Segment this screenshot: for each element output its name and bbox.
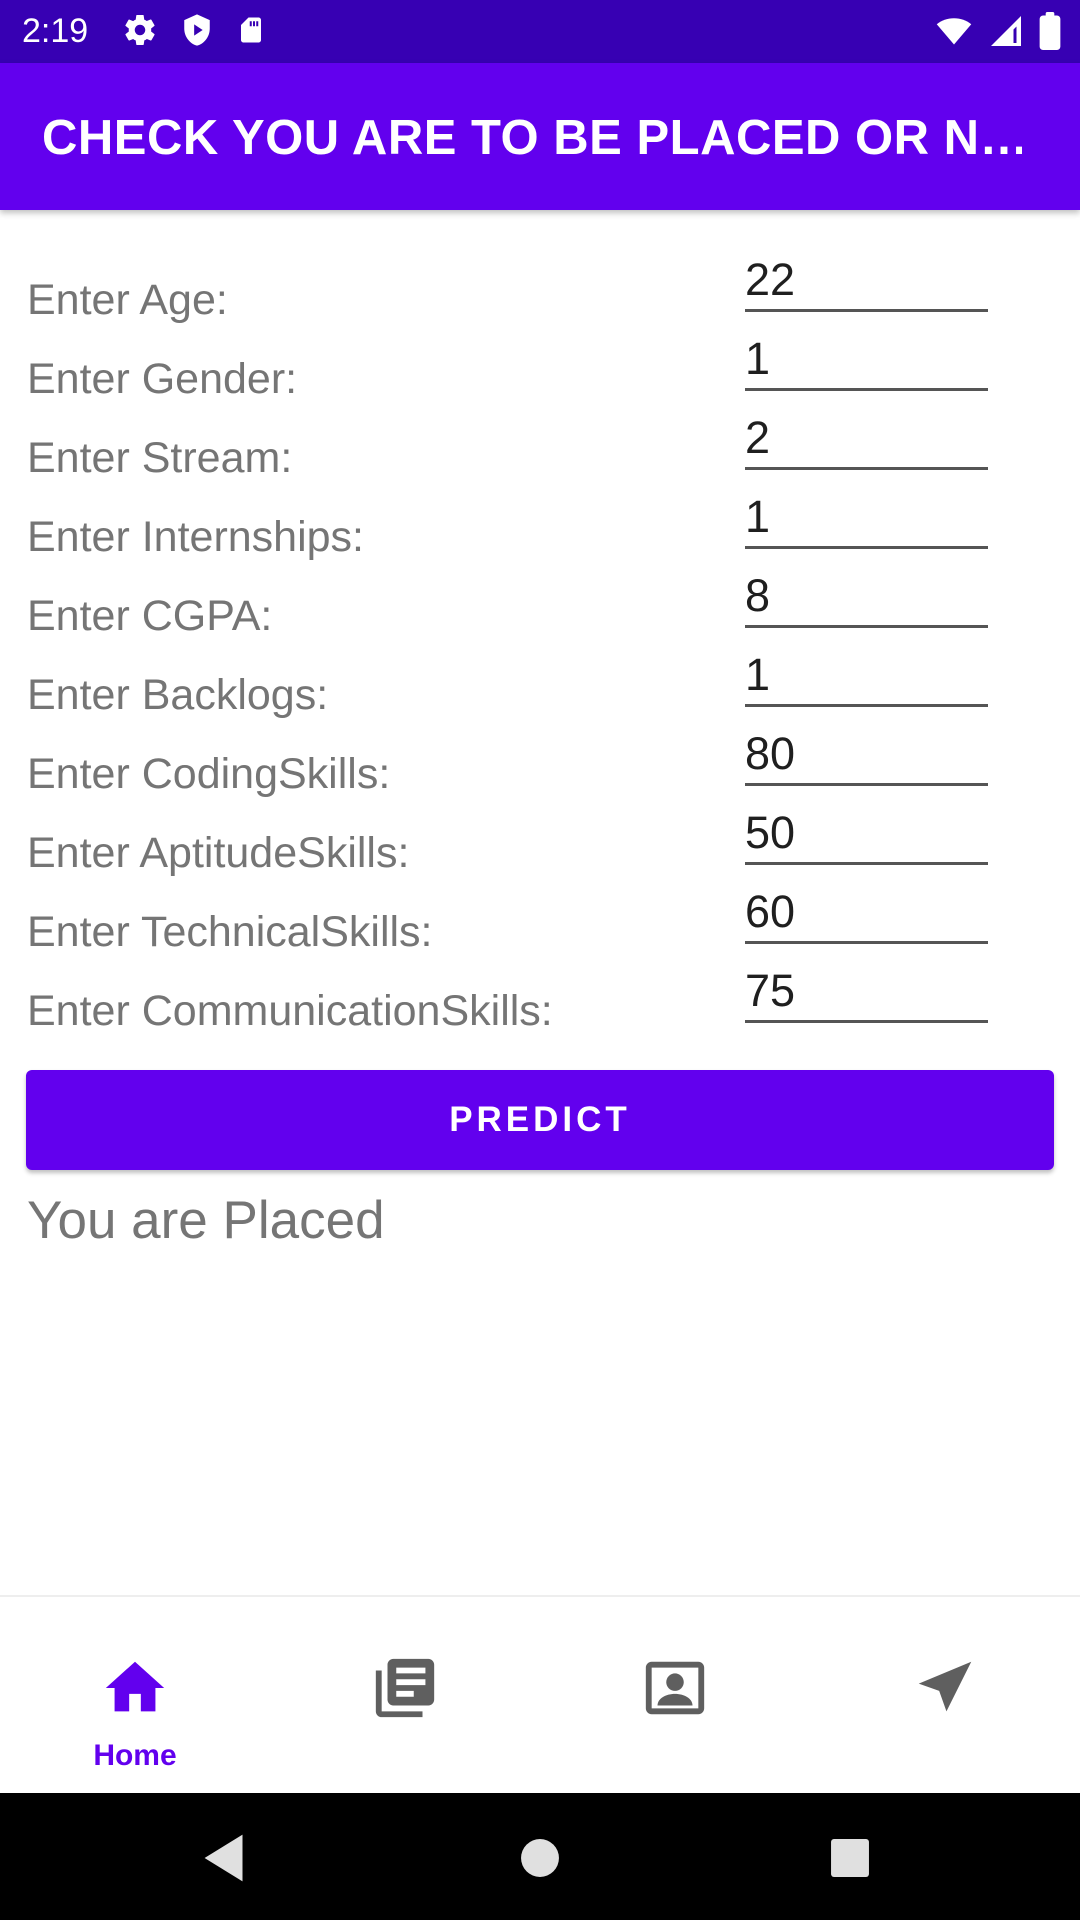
aptitude-skills-label: Enter AptitudeSkills: (27, 829, 410, 877)
internships-label: Enter Internships: (27, 513, 365, 561)
form-row-internships: Enter Internships: (0, 488, 1080, 567)
form-row-backlogs: Enter Backlogs: (0, 646, 1080, 725)
result-text: You are Placed (27, 1191, 385, 1250)
nav-item-home[interactable]: Home (0, 1597, 270, 1795)
gender-label: Enter Gender: (27, 355, 298, 403)
status-left-icons (122, 12, 266, 48)
screen: 2:19 CHECK YOU ARE TO BE PLACED OR N… En… (0, 0, 1080, 1920)
form-row-communication-skills: Enter CommunicationSkills: (0, 962, 1080, 1041)
cgpa-label: Enter CGPA: (27, 592, 273, 640)
sd-card-icon (236, 12, 266, 48)
internships-input[interactable] (745, 488, 988, 549)
cgpa-input[interactable] (745, 567, 988, 628)
age-label: Enter Age: (27, 276, 228, 324)
coding-skills-input[interactable] (745, 725, 988, 786)
signal-icon (988, 13, 1024, 49)
form-row-age: Enter Age: (0, 251, 1080, 330)
nav-label-home: Home (93, 1739, 177, 1772)
contact-card-icon (640, 1653, 710, 1723)
backlogs-input[interactable] (745, 646, 988, 707)
app-bar: CHECK YOU ARE TO BE PLACED OR N… (0, 63, 1080, 210)
home-icon (100, 1653, 170, 1723)
form-row-coding-skills: Enter CodingSkills: (0, 725, 1080, 804)
coding-skills-label: Enter CodingSkills: (27, 750, 391, 798)
bottom-nav: Home (0, 1595, 1080, 1795)
form-row-stream: Enter Stream: (0, 409, 1080, 488)
home-circle-icon[interactable] (505, 1823, 575, 1893)
form-row-gender: Enter Gender: (0, 330, 1080, 409)
form-row-technical-skills: Enter TechnicalSkills: (0, 883, 1080, 962)
technical-skills-input[interactable] (745, 883, 988, 944)
settings-icon (122, 12, 158, 48)
stream-input[interactable] (745, 409, 988, 470)
stream-label: Enter Stream: (27, 434, 293, 482)
system-nav-bar (0, 1793, 1080, 1920)
form-row-cgpa: Enter CGPA: (0, 567, 1080, 646)
technical-skills-label: Enter TechnicalSkills: (27, 908, 433, 956)
gender-input[interactable] (745, 330, 988, 391)
status-right-icons (934, 12, 1062, 50)
status-time: 2:19 (22, 12, 89, 50)
status-bar: 2:19 (0, 0, 1080, 63)
recents-square-icon[interactable] (815, 1823, 885, 1893)
app-title: CHECK YOU ARE TO BE PLACED OR N… (42, 111, 1022, 165)
back-icon[interactable] (190, 1823, 260, 1893)
form-row-aptitude-skills: Enter AptitudeSkills: (0, 804, 1080, 883)
predict-button[interactable]: PREDICT (26, 1070, 1054, 1170)
article-icon (370, 1653, 440, 1723)
communication-skills-input[interactable] (745, 962, 988, 1023)
nav-item-send[interactable] (810, 1597, 1080, 1795)
age-input[interactable] (745, 251, 988, 312)
send-icon (910, 1653, 980, 1723)
wifi-icon (934, 13, 974, 49)
shield-play-icon (180, 12, 214, 48)
communication-skills-label: Enter CommunicationSkills: (27, 987, 553, 1035)
battery-icon (1038, 12, 1062, 50)
nav-item-profile[interactable] (540, 1597, 810, 1795)
aptitude-skills-input[interactable] (745, 804, 988, 865)
backlogs-label: Enter Backlogs: (27, 671, 329, 719)
nav-item-articles[interactable] (270, 1597, 540, 1795)
